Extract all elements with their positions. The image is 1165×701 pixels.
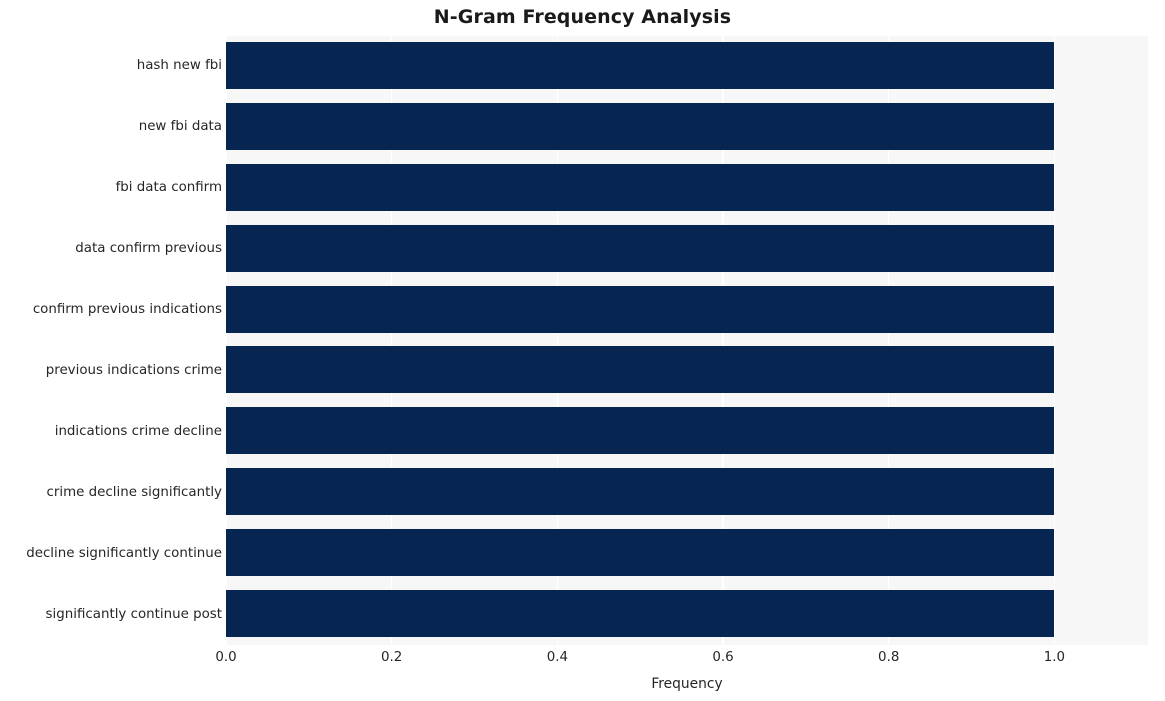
y-tick-label: significantly continue post: [45, 606, 222, 622]
y-tick-label: hash new fbi: [136, 58, 222, 74]
y-tick-label: indications crime decline: [54, 423, 222, 439]
bar[interactable]: [226, 224, 1055, 272]
y-tick-label: confirm previous indications: [32, 302, 222, 318]
y-tick-label: crime decline significantly: [46, 484, 222, 500]
y-tick-label: fbi data confirm: [115, 180, 222, 196]
bar[interactable]: [226, 41, 1055, 89]
bar[interactable]: [226, 468, 1055, 516]
x-tick-label: 0.8: [878, 650, 900, 665]
x-axis-label: Frequency: [651, 676, 723, 692]
chart-title: N-Gram Frequency Analysis: [433, 6, 732, 28]
bar[interactable]: [226, 529, 1055, 577]
y-tick-label: previous indications crime: [45, 362, 222, 378]
x-tick-label: 0.2: [381, 650, 403, 665]
bar[interactable]: [226, 346, 1055, 394]
y-tick-label: new fbi data: [138, 119, 222, 135]
x-tick-label: 0.6: [712, 650, 734, 665]
x-tick-label: 0.0: [215, 650, 237, 665]
y-tick-label: data confirm previous: [75, 241, 222, 257]
bar[interactable]: [226, 285, 1055, 333]
bar[interactable]: [226, 163, 1055, 211]
plot-area: [226, 36, 1148, 645]
chart-figure: N-Gram Frequency Analysis hash new fbi ne…: [0, 0, 1165, 701]
bar[interactable]: [226, 590, 1055, 638]
bar[interactable]: [226, 102, 1055, 150]
x-tick-label: 1.0: [1043, 650, 1066, 665]
bar[interactable]: [226, 407, 1055, 455]
x-tick-label: 0.4: [546, 650, 568, 665]
y-tick-label: decline significantly continue: [26, 545, 222, 561]
